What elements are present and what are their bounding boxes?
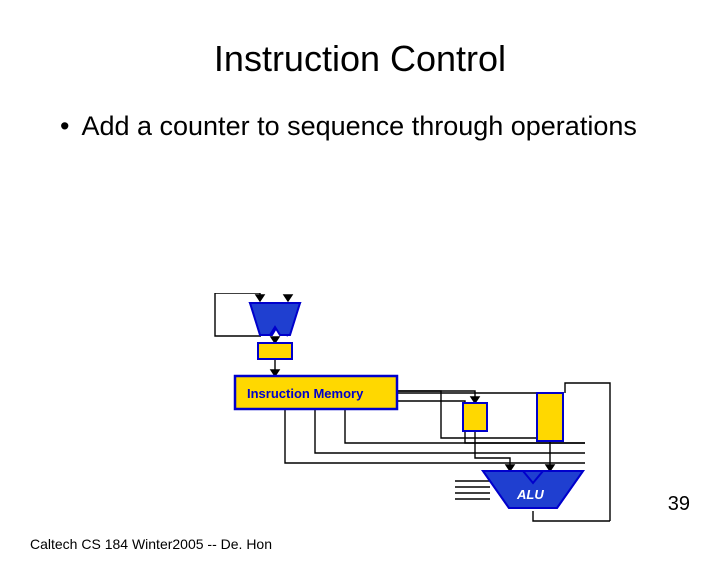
- alu-block: ALU: [483, 471, 583, 508]
- bullet-item: • Add a counter to sequence through oper…: [60, 110, 720, 144]
- adder-block: [250, 303, 300, 335]
- slide-title: Instruction Control: [0, 38, 720, 80]
- footer-text: Caltech CS 184 Winter2005 -- De. Hon: [30, 536, 272, 552]
- pc-register: [258, 343, 292, 359]
- operand-register-a: [463, 403, 487, 431]
- page-number: 39: [668, 493, 690, 516]
- operand-register-b: [537, 393, 563, 441]
- bullet-list: • Add a counter to sequence through oper…: [60, 110, 720, 144]
- constant-one-label: 1: [285, 293, 292, 296]
- bullet-marker: •: [60, 110, 69, 144]
- bullet-text: Add a counter to sequence through operat…: [81, 110, 636, 144]
- architecture-diagram: 1 Insruction Memory ALU: [165, 293, 635, 528]
- instruction-memory-label: Insruction Memory: [247, 386, 364, 401]
- alu-label: ALU: [516, 487, 544, 502]
